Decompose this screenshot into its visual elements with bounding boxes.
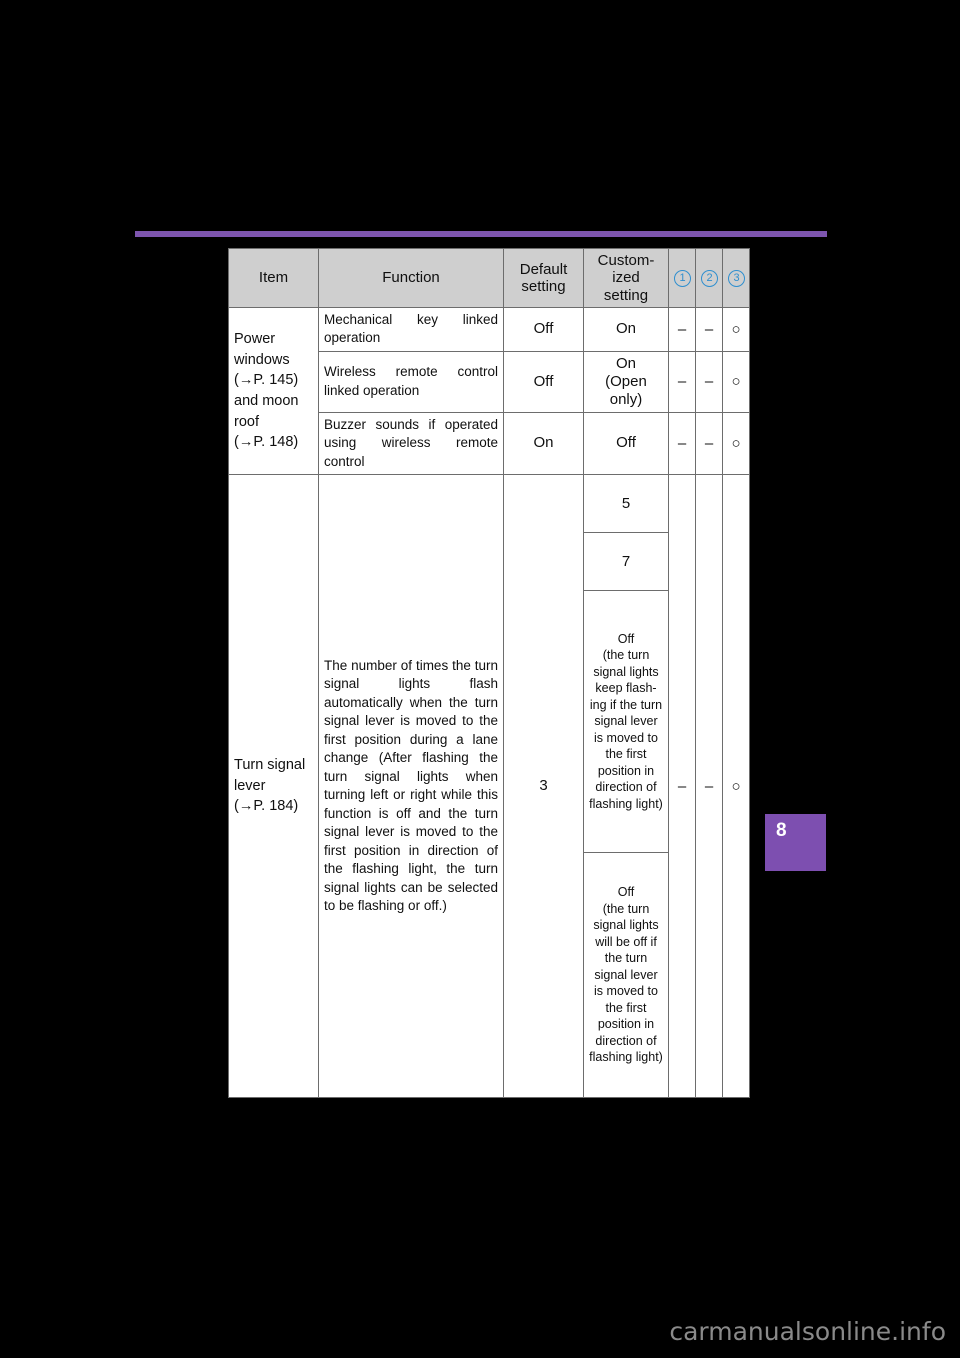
chapter-rule — [135, 231, 827, 237]
column-header-circle-1: 1 — [668, 248, 696, 308]
default-setting-cell: Off — [503, 306, 584, 352]
item-line-2: windows — [234, 351, 290, 368]
default-setting-cell: Off — [503, 350, 584, 413]
default-setting-line2: setting — [521, 277, 566, 295]
default-setting-line1: Default — [519, 260, 568, 278]
default-setting-cell: On — [503, 411, 584, 476]
option-head: Off — [617, 631, 635, 646]
item-line-1: Power — [234, 331, 276, 348]
customized-setting-line2: ized setting — [603, 269, 649, 304]
table-body: Power windows (→P. 145) and moon roof (→… — [228, 306, 750, 1099]
customized-option-cell: 7 — [583, 532, 669, 592]
mark-cell-3: ○ — [722, 474, 750, 1099]
item-line-6: (→P. 148) — [234, 434, 299, 451]
mark-cell-1: – — [668, 411, 696, 476]
option-head: Off — [617, 885, 635, 900]
customized-line-1: On — [615, 354, 636, 372]
column-header-circle-2: 2 — [695, 248, 723, 308]
site-watermark: carmanualsonline.info — [669, 1317, 946, 1346]
chapter-tab: 8 — [765, 814, 826, 871]
customized-setting-line1: Custom- — [597, 252, 655, 269]
item-line-3: (→P. 145) — [234, 372, 299, 389]
option-body: (the turn signal lights keep flash-ing i… — [589, 648, 663, 811]
mark-cell-2: – — [695, 350, 723, 413]
item-line-2: lever — [234, 777, 266, 794]
function-note: (After flashing the turn signal lights w… — [324, 750, 498, 914]
customized-line-3: only) — [609, 390, 643, 408]
item-line-3: (→P. 184) — [234, 798, 299, 815]
mark-cell-1: – — [668, 350, 696, 413]
mark-cell-1: – — [668, 474, 696, 1099]
mark-cell-3: ○ — [722, 306, 750, 352]
function-cell: Mechanical key linked operation — [318, 306, 504, 352]
table-row: Power windows (→P. 145) and moon roof (→… — [228, 306, 750, 476]
column-header-customized-setting: Custom- ized setting — [583, 248, 669, 308]
function-cell: Buzzer sounds if operated using wireless… — [318, 411, 504, 476]
column-header-default-setting: Default setting — [503, 248, 584, 308]
customized-option-cell: 5 — [583, 474, 669, 534]
function-cell: Wireless remote control linked operation — [318, 350, 504, 413]
column-header-function: Function — [318, 248, 504, 308]
mark-cell-1: – — [668, 306, 696, 352]
default-setting-cell: 3 — [503, 474, 584, 1099]
circled-number-2-icon: 2 — [701, 270, 718, 288]
table-header-row: Item Function Default setting Custom- iz… — [228, 248, 750, 308]
column-header-circle-3: 3 — [722, 248, 750, 308]
circled-number-1-icon: 1 — [674, 270, 691, 288]
customized-line-2: (Open — [605, 372, 647, 390]
mark-cell-3: ○ — [722, 350, 750, 413]
mark-cell-2: – — [695, 474, 723, 1099]
circled-number-3-icon: 3 — [728, 270, 745, 288]
customized-setting-cell: On (Open only) — [583, 350, 669, 413]
item-cell-turn-signal-lever: Turn signal lever (→P. 184) — [228, 474, 319, 1099]
customized-setting-cell: Off — [583, 411, 669, 476]
mark-cell-3: ○ — [722, 411, 750, 476]
mark-cell-2: – — [695, 306, 723, 352]
item-line-4: and moon — [234, 392, 299, 409]
column-header-item: Item — [228, 248, 319, 308]
customized-setting-cell: On — [583, 306, 669, 352]
table-header: Item Function Default setting Custom- iz… — [228, 248, 750, 308]
option-body: (the turn signal lights will be off if t… — [589, 901, 663, 1065]
item-line-1: Turn signal — [234, 757, 306, 774]
item-cell-power-windows: Power windows (→P. 145) and moon roof (→… — [228, 306, 319, 476]
customized-option-cell: Off (the turn signal lights will be off … — [583, 852, 669, 1099]
function-cell-turn-signal: The number of times the turn signal ligh… — [318, 474, 504, 1099]
item-line-5: roof — [234, 413, 259, 430]
table-row: Turn signal lever (→P. 184) The number o… — [228, 474, 750, 1099]
customized-option-cell: Off (the turn signal lights keep flash-i… — [583, 590, 669, 854]
mark-cell-2: – — [695, 411, 723, 476]
customization-table: Item Function Default setting Custom- iz… — [228, 248, 750, 1099]
